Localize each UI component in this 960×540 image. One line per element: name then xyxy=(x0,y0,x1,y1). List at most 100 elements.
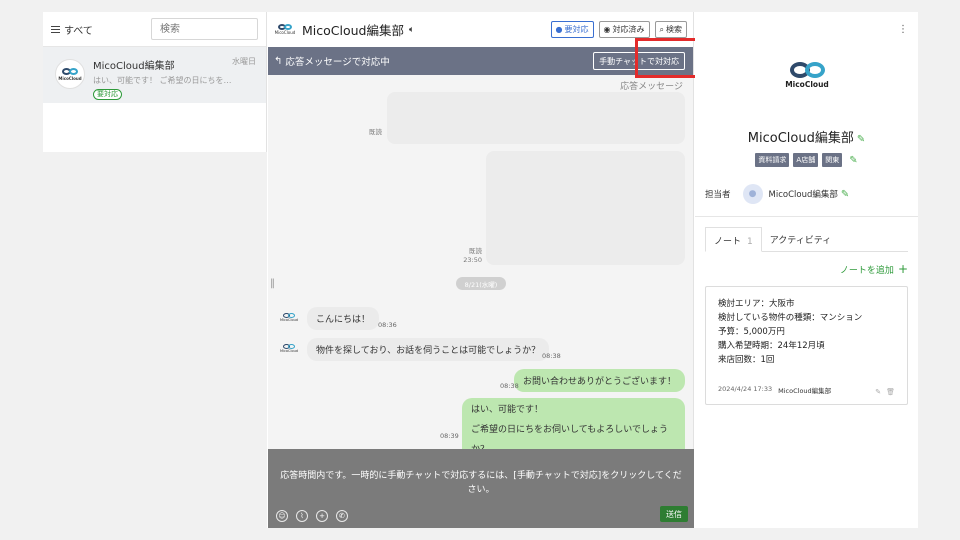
auto-message-bubble xyxy=(387,92,685,144)
auto-reply-banner: ↰ 応答メッセージで対応中 手動チャットで対対応 xyxy=(268,47,693,75)
plus-icon: + xyxy=(897,262,908,276)
emoji-icon[interactable]: ☺ xyxy=(276,510,288,522)
menu-icon xyxy=(51,25,60,33)
assignee-label: 担当者 xyxy=(705,190,731,200)
speaker-icon[interactable]: 🔈︎ xyxy=(409,25,414,35)
micocloud-logo-icon xyxy=(62,67,78,75)
profile-tabs: ノート 1 アクティビティ xyxy=(705,227,908,252)
tag-item[interactable]: A店舗 xyxy=(793,153,819,167)
message-time: 08:38 xyxy=(542,352,561,360)
resize-handle[interactable]: ‖ xyxy=(270,278,275,289)
auto-message-bubble xyxy=(486,151,685,265)
micocloud-logo-icon xyxy=(789,62,825,78)
filter-label: すべて xyxy=(64,25,93,37)
tag-item[interactable]: 資料請求 xyxy=(755,153,790,167)
avatar-text: MicoCloud xyxy=(58,75,82,81)
more-vertical-icon[interactable]: ⋮ xyxy=(898,24,908,35)
tab-note[interactable]: ノート 1 xyxy=(705,227,762,252)
note-line: 購入希望時期：24年12月頃 xyxy=(718,341,825,351)
send-button[interactable]: 送信 xyxy=(660,506,688,522)
composer-disabled-area: 応答時間内です。一時的に手動チャットで対応するには、[手動チャットで対応]をクリ… xyxy=(268,449,694,528)
avatar: MicoCloud xyxy=(280,339,298,357)
add-content-icon[interactable]: + xyxy=(316,510,328,522)
status-badge: 要対応 xyxy=(93,89,122,100)
note-meta: 2024/4/24 17:33 MicoCloud編集部 xyxy=(718,385,898,395)
conversation-list-panel: すべて MicoCloud MicoCloud編集部 はい、可能です！ ご希望の… xyxy=(43,12,267,528)
auto-reply-label: 応答メッセージ xyxy=(620,82,683,92)
assignee-name: MicoCloud編集部 xyxy=(768,190,838,200)
avatar-text: MicoCloud xyxy=(279,317,299,322)
divider xyxy=(695,216,918,217)
app-window: すべて MicoCloud MicoCloud編集部 はい、可能です！ ご希望の… xyxy=(43,12,918,528)
conversation-item[interactable]: MicoCloud MicoCloud編集部 はい、可能です！ ご希望の日にちを… xyxy=(43,47,266,103)
message-time: 08:36 xyxy=(378,321,397,329)
profile-panel: ⋮ MicoCloud MicoCloud編集部 ✎ 資料請求 A店舗 関東 ✎ … xyxy=(695,12,918,528)
add-note-button[interactable]: ノートを追加 + xyxy=(840,262,908,276)
chat-panel: MicoCloud MicoCloud編集部 🔈︎ ● 要対応 ◉ 対応済み ⌕… xyxy=(268,12,738,528)
user-avatar-icon: ● xyxy=(742,184,763,204)
tag-list: 資料請求 A店舗 関東 ✎ xyxy=(695,153,918,167)
profile-name: MicoCloud編集部 ✎ xyxy=(695,127,918,146)
profile-name-text: MicoCloud編集部 xyxy=(747,131,854,146)
back-arrow-icon[interactable]: ↰ xyxy=(274,56,282,67)
search-button[interactable]: ⌕ 検索 xyxy=(654,21,687,38)
message-time: 08:38 xyxy=(500,382,519,390)
chat-avatar: MicoCloud xyxy=(274,19,296,41)
banner-text: 応答メッセージで対応中 xyxy=(285,57,390,68)
avatar-text: MicoCloud xyxy=(279,348,299,353)
message-time: 23:50 xyxy=(463,256,482,264)
avatar-text: MicoCloud xyxy=(274,30,296,35)
message-line: はい、可能です！ xyxy=(471,405,544,415)
note-line: 検討している物件の種類：マンション xyxy=(718,313,863,323)
edit-tags-icon[interactable]: ✎ xyxy=(849,155,857,166)
chat-bubble-icon: ◉ xyxy=(603,25,611,34)
search-icon: ⌕ xyxy=(659,24,664,34)
read-meta: 既読 xyxy=(358,128,382,137)
tag-icon: ● xyxy=(555,25,563,34)
thread-preview: はい、可能です！ ご希望の日にちを… xyxy=(93,76,232,85)
edit-note-icon[interactable]: ✎ xyxy=(875,388,881,396)
read-meta: 既読 23:50 xyxy=(454,247,482,265)
avatar: MicoCloud xyxy=(55,59,85,89)
tab-note-count: 1 xyxy=(747,237,753,247)
profile-avatar: MicoCloud xyxy=(781,62,833,89)
tab-activity[interactable]: アクティビティ xyxy=(762,227,839,251)
note-line: 検討エリア：大阪市 xyxy=(718,299,795,309)
tag-item[interactable]: 関東 xyxy=(822,153,843,167)
note-card: 検討エリア：大阪市 検討している物件の種類：マンション 予算：5,000万円 購… xyxy=(705,286,908,405)
search-input[interactable] xyxy=(151,18,258,40)
edit-pencil-icon[interactable]: ✎ xyxy=(857,134,865,145)
empty-area xyxy=(43,152,267,528)
list-header: すべて xyxy=(43,12,266,47)
date-separator: 8/21(水曜) xyxy=(456,277,506,290)
filter-dropdown[interactable]: すべて xyxy=(51,22,93,37)
chat-title: MicoCloud編集部 xyxy=(302,23,404,38)
note-date: 2024/4/24 17:33 xyxy=(718,385,773,393)
logo-text: MicoCloud xyxy=(785,80,829,89)
attachment-icon[interactable]: ⌇ xyxy=(296,510,308,522)
incoming-message: こんにちは！ xyxy=(307,307,380,330)
edit-assignee-icon[interactable]: ✎ xyxy=(841,189,849,200)
chat-header: MicoCloud MicoCloud編集部 🔈︎ ● 要対応 ◉ 対応済み ⌕… xyxy=(268,12,693,47)
incoming-message: 物件を探しており、お話を伺うことは可能でしょうか？ xyxy=(307,338,550,361)
add-note-label: ノートを追加 xyxy=(839,266,894,276)
needs-action-label: 要対応 xyxy=(564,25,589,34)
note-line: 来店回数：1回 xyxy=(718,355,775,365)
tab-note-label: ノート xyxy=(714,237,742,247)
read-label: 既読 xyxy=(469,247,482,255)
read-label: 既読 xyxy=(369,128,382,136)
note-line: 予算：5,000万円 xyxy=(718,327,785,337)
done-button[interactable]: ◉ 対応済み xyxy=(598,21,650,38)
needs-action-button[interactable]: ● 要対応 xyxy=(550,21,594,38)
assignee-row: 担当者 ● MicoCloud編集部 ✎ xyxy=(705,184,915,204)
message-time: 08:39 xyxy=(440,432,459,440)
delete-note-icon[interactable]: 🗑︎ xyxy=(886,388,895,396)
search-label: 検索 xyxy=(666,25,682,34)
composer-notice: 応答時間内です。一時的に手動チャットで対応するには、[手動チャットで対応]をクリ… xyxy=(280,471,682,495)
voice-icon[interactable]: ✆ xyxy=(336,510,348,522)
done-label: 対応済み xyxy=(612,25,645,34)
note-author: MicoCloud編集部 xyxy=(778,387,832,395)
avatar: MicoCloud xyxy=(280,308,298,326)
thread-time: 水曜日 xyxy=(232,57,256,66)
outgoing-message: お問い合わせありがとうございます！ xyxy=(513,369,685,392)
